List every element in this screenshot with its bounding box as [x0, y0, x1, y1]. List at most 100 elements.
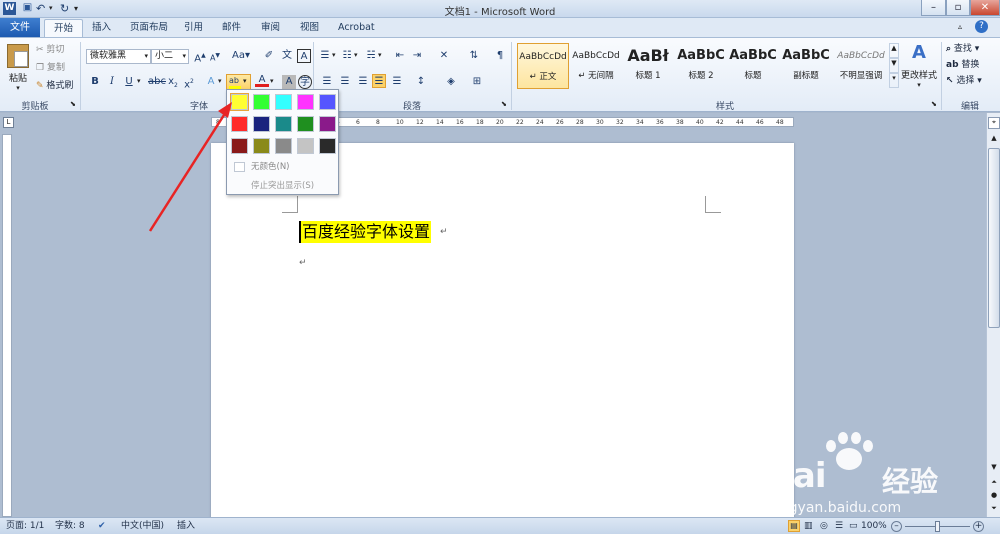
- enclose-characters-icon[interactable]: 字: [298, 75, 312, 89]
- underline-dropdown-icon[interactable]: ▾: [137, 77, 141, 85]
- maximize-button[interactable]: ▫: [946, 0, 970, 16]
- help-icon[interactable]: ?: [975, 20, 988, 33]
- highlight-color-swatch[interactable]: [231, 116, 248, 132]
- numbering-icon[interactable]: ☷: [340, 49, 354, 63]
- page-count[interactable]: 页面: 1/1: [6, 518, 44, 534]
- highlight-color-swatch[interactable]: [253, 138, 270, 154]
- grow-font-icon[interactable]: A▲: [193, 49, 207, 64]
- align-center-icon[interactable]: ☰: [338, 75, 352, 89]
- tab-review[interactable]: 审阅: [252, 19, 289, 37]
- style-subtitle[interactable]: AaBbC 副标题: [780, 43, 832, 89]
- align-left-icon[interactable]: ☰: [320, 75, 334, 89]
- highlight-color-swatch[interactable]: [253, 94, 270, 110]
- web-layout-icon[interactable]: ◎: [820, 518, 828, 534]
- bullets-icon[interactable]: ☰: [318, 49, 332, 63]
- style-heading-1[interactable]: AaBł 标题 1: [622, 43, 674, 89]
- font-name-combo[interactable]: 微软雅黑 ▾: [86, 49, 151, 64]
- close-button[interactable]: ✕: [970, 0, 1000, 16]
- zoom-level[interactable]: 100%: [861, 518, 887, 534]
- tab-mailings[interactable]: 邮件: [213, 19, 250, 37]
- styles-more-icon[interactable]: ▾: [889, 73, 899, 88]
- ribbon-minimize-icon[interactable]: ▵: [958, 22, 962, 31]
- style-title[interactable]: AaBbC 标题: [727, 43, 779, 89]
- tab-home[interactable]: 开始: [44, 19, 84, 37]
- style-no-spacing[interactable]: AaBbCcDd ↵ 无间隔: [570, 43, 622, 89]
- ruler-toggle-icon[interactable]: L: [3, 117, 14, 128]
- tab-references[interactable]: 引用: [175, 19, 212, 37]
- shrink-font-icon[interactable]: A▼: [208, 49, 222, 63]
- change-case-icon[interactable]: Aa▾: [231, 49, 251, 63]
- ruler-view-icon[interactable]: ⌖: [988, 117, 1000, 129]
- highlight-color-swatch[interactable]: [230, 93, 249, 111]
- highlight-color-swatch[interactable]: [253, 116, 270, 132]
- paste-button[interactable]: 粘贴 ▾: [4, 42, 32, 94]
- outline-view-icon[interactable]: ☰: [835, 518, 843, 534]
- select-button[interactable]: ↖ 选择 ▾: [946, 73, 982, 89]
- language-indicator[interactable]: 中文(中国): [121, 518, 164, 534]
- text-effects-icon[interactable]: A: [204, 75, 218, 89]
- style-subtle-emphasis[interactable]: AaBbCcDd 不明显强调: [834, 43, 888, 89]
- multilevel-list-icon[interactable]: ☵: [364, 49, 378, 63]
- superscript-icon[interactable]: x2: [182, 75, 196, 90]
- tab-file[interactable]: 文件: [0, 18, 40, 37]
- zoom-out-icon[interactable]: –: [891, 521, 902, 532]
- zoom-slider-thumb[interactable]: [935, 521, 940, 532]
- styles-launcher-icon[interactable]: ⬊: [931, 100, 937, 108]
- full-screen-reading-icon[interactable]: ▥: [804, 518, 813, 534]
- vertical-scrollbar[interactable]: ⌖ ▲ ▼ ⏶ ● ⏷: [986, 113, 1000, 517]
- styles-scroll-up-icon[interactable]: ▲: [889, 43, 899, 58]
- bold-icon[interactable]: B: [88, 75, 102, 89]
- style-normal[interactable]: AaBbCcDd ↵ 正文: [517, 43, 569, 89]
- font-size-combo[interactable]: 小二 ▾: [151, 49, 189, 64]
- phonetic-guide-icon[interactable]: 文: [280, 49, 294, 63]
- distributed-icon[interactable]: ☰: [390, 75, 404, 89]
- highlight-color-swatch[interactable]: [319, 116, 336, 132]
- increase-indent-icon[interactable]: ⇥: [410, 49, 424, 63]
- align-right-icon[interactable]: ☰: [356, 75, 370, 89]
- format-painter-button[interactable]: ✎ 格式刷: [36, 78, 73, 94]
- font-color-icon[interactable]: A: [255, 73, 269, 87]
- style-heading-2[interactable]: AaBbC 标题 2: [675, 43, 727, 89]
- tab-insert[interactable]: 插入: [83, 19, 120, 37]
- proofing-icon[interactable]: ✔: [98, 518, 106, 534]
- highlight-color-swatch[interactable]: [319, 94, 336, 110]
- scroll-up-icon[interactable]: ▲: [988, 134, 1000, 146]
- highlight-color-swatch[interactable]: [319, 138, 336, 154]
- highlight-color-swatch[interactable]: [297, 138, 314, 154]
- highlight-button[interactable]: ab ▾: [226, 74, 251, 90]
- find-button[interactable]: ⌕ 查找 ▾: [946, 41, 979, 57]
- numbering-dropdown-icon[interactable]: ▾: [354, 51, 358, 59]
- highlight-color-swatch[interactable]: [275, 116, 292, 132]
- highlight-color-swatch[interactable]: [231, 138, 248, 154]
- paragraph-launcher-icon[interactable]: ⬊: [501, 100, 507, 108]
- replace-button[interactable]: ab 替换: [946, 57, 979, 73]
- stop-highlighting-option[interactable]: 停止突出显示(S): [251, 179, 314, 191]
- shading-icon[interactable]: ◈: [444, 75, 458, 89]
- highlight-dropdown-icon[interactable]: ▾: [243, 77, 247, 85]
- styles-scroll-down-icon[interactable]: ▼: [889, 58, 899, 73]
- vertical-ruler[interactable]: [2, 134, 12, 517]
- underline-icon[interactable]: U: [122, 75, 136, 89]
- bullets-dropdown-icon[interactable]: ▾: [332, 51, 336, 59]
- document-page[interactable]: 百度经验字体设置 ↵ ↵: [211, 143, 794, 523]
- zoom-in-icon[interactable]: +: [973, 521, 984, 532]
- minimize-button[interactable]: –: [921, 0, 946, 16]
- draft-view-icon[interactable]: ▭: [849, 518, 858, 534]
- font-color-dropdown-icon[interactable]: ▾: [270, 77, 274, 85]
- justify-icon[interactable]: ☰: [372, 74, 386, 88]
- tab-acrobat[interactable]: Acrobat: [329, 19, 384, 37]
- clipboard-launcher-icon[interactable]: ⬊: [70, 100, 76, 108]
- copy-button[interactable]: ❐ 复制: [36, 60, 65, 76]
- tab-page-layout[interactable]: 页面布局: [121, 19, 177, 37]
- word-count[interactable]: 字数: 8: [55, 518, 85, 534]
- insert-mode[interactable]: 插入: [177, 518, 195, 534]
- show-marks-icon[interactable]: ¶: [493, 49, 507, 63]
- clear-formatting-icon[interactable]: ✐: [262, 49, 276, 63]
- multilevel-dropdown-icon[interactable]: ▾: [378, 51, 382, 59]
- line-spacing-icon[interactable]: ↕: [414, 75, 428, 89]
- character-shading-icon[interactable]: A: [282, 75, 296, 89]
- change-styles-button[interactable]: A 更改样式 ▾: [900, 42, 938, 96]
- previous-page-icon[interactable]: ⏶: [988, 478, 1000, 490]
- tab-view[interactable]: 视图: [291, 19, 328, 37]
- chinese-layout-icon[interactable]: ✕: [437, 49, 451, 63]
